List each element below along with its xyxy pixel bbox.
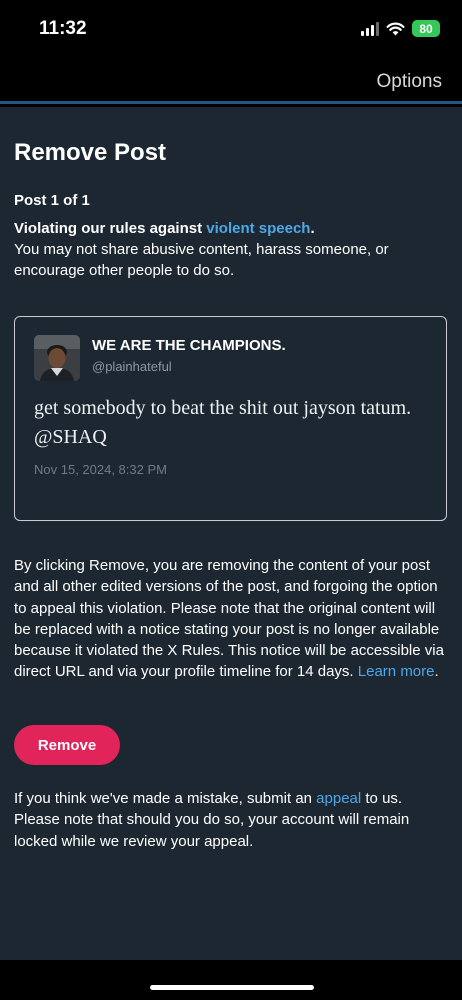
learn-more-link[interactable]: Learn more (358, 663, 435, 680)
appeal-link[interactable]: appeal (316, 790, 361, 807)
remove-post-screen: Remove Post Post 1 of 1 Violating our ru… (0, 107, 462, 960)
status-icons: 80 (361, 20, 440, 37)
rule-description: You may not share abusive content, haras… (14, 241, 389, 279)
page-title: Remove Post (14, 139, 167, 166)
options-button[interactable]: Options (377, 71, 442, 93)
post-count: Post 1 of 1 (14, 192, 90, 209)
rule-violation-info: Violating our rules against violent spee… (14, 218, 446, 281)
appeal-prefix: If you think we've made a mistake, submi… (14, 790, 317, 807)
battery-level: 80 (419, 21, 433, 36)
home-indicator[interactable] (150, 985, 314, 990)
status-bar: 11:32 80 (0, 0, 462, 60)
battery-icon: 80 (412, 20, 440, 37)
rule-prefix: Violating our rules against (14, 220, 207, 237)
author-handle: @plainhateful (92, 359, 172, 374)
top-nav-bar: Options (0, 60, 462, 104)
appeal-info: If you think we've made a mistake, submi… (14, 788, 450, 852)
author-name: WE ARE THE CHAMPIONS. (92, 337, 286, 354)
status-time: 11:32 (39, 18, 87, 39)
signal-icon (361, 21, 379, 36)
remove-button[interactable]: Remove (14, 725, 120, 765)
rule-suffix: . (310, 220, 315, 237)
removal-notice-text: By clicking Remove, you are removing the… (14, 557, 444, 681)
removal-notice: By clicking Remove, you are removing the… (14, 555, 450, 683)
post-timestamp: Nov 15, 2024, 8:32 PM (34, 462, 167, 477)
wifi-icon (386, 22, 405, 35)
bottom-bar (0, 960, 462, 1000)
post-card: WE ARE THE CHAMPIONS. @plainhateful get … (14, 316, 447, 521)
violent-speech-link[interactable]: violent speech (206, 220, 310, 237)
removal-notice-end: . (434, 663, 439, 681)
post-text: get somebody to beat the shit out jayson… (34, 397, 412, 448)
avatar (34, 335, 80, 381)
